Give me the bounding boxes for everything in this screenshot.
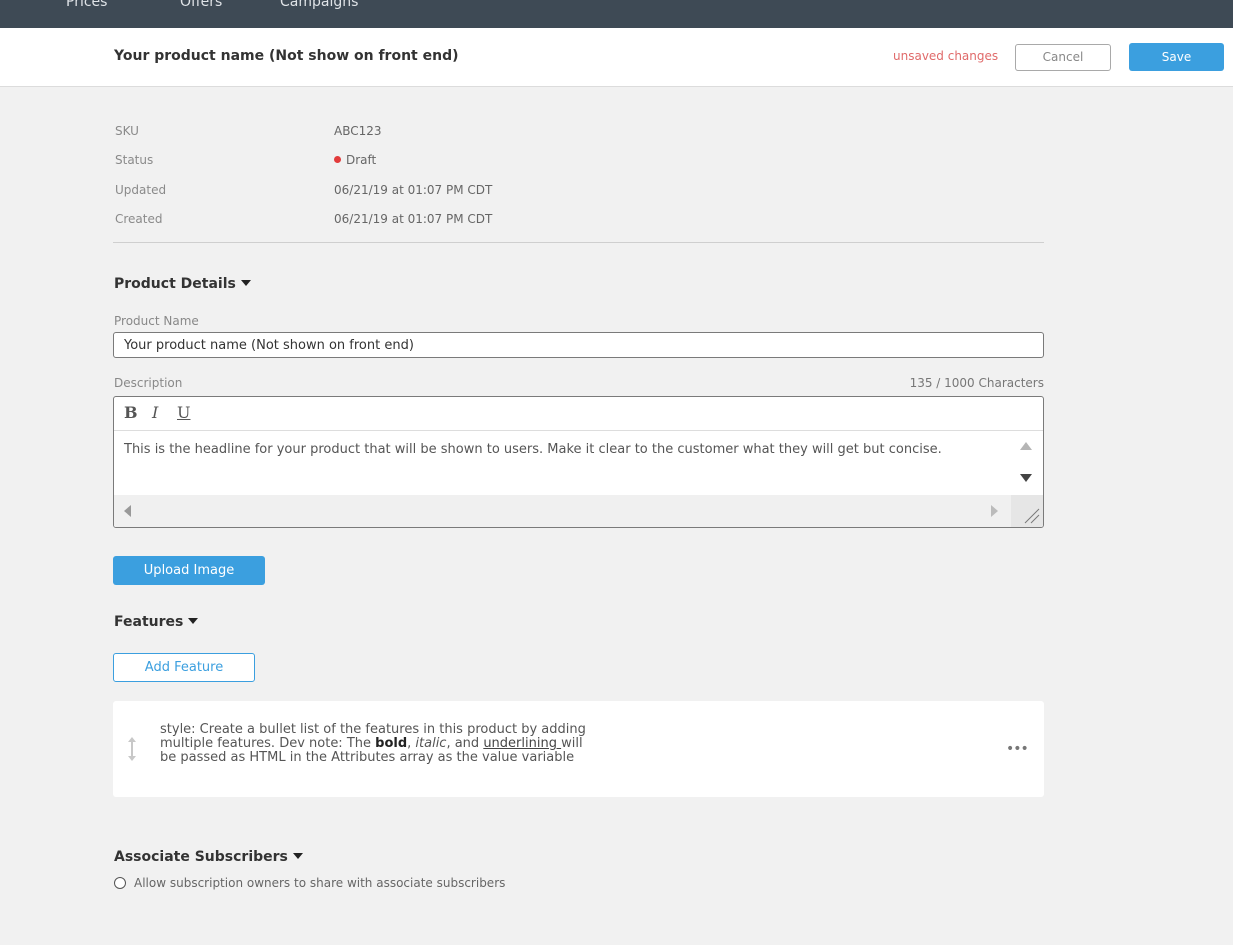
add-feature-button[interactable]: Add Feature [113,653,255,682]
status-dot-icon [334,156,341,163]
nav-item-campaigns[interactable]: Campaigns [280,0,358,10]
created-label: Created [115,212,163,226]
product-details-title: Product Details [114,276,236,292]
feature-text-part: , and [446,736,484,751]
cancel-button[interactable]: Cancel [1015,44,1111,71]
feature-text-part: will [561,736,583,751]
resize-handle[interactable] [1011,495,1043,527]
more-options-icon[interactable]: ••• [1006,741,1029,757]
feature-underline-text: underlining [483,736,562,751]
nav-item-prices[interactable]: Prices [66,0,107,10]
page-header: Your product name (Not show on front end… [0,28,1233,87]
italic-button[interactable]: I [152,403,158,422]
bold-button[interactable]: B [124,403,138,422]
feature-line-2: multiple features. Dev note: The bold, i… [160,737,630,751]
drag-handle-icon[interactable] [128,737,136,761]
updated-label: Updated [115,183,167,197]
features-toggle[interactable]: Features [114,614,199,630]
feature-italic-text: italic [415,736,447,751]
feature-line-3: be passed as HTML in the Attributes arra… [160,750,575,765]
product-details-toggle[interactable]: Product Details [114,276,251,292]
scroll-left-icon[interactable] [124,505,131,517]
updated-value: 06/21/19 at 01:07 PM CDT [334,183,493,197]
nav-item-offers[interactable]: Offers [180,0,222,10]
product-name-label: Product Name [114,314,199,328]
scroll-down-icon[interactable] [1020,474,1032,482]
status-badge: Draft [334,153,376,167]
caret-down-icon [240,280,251,286]
upload-image-button[interactable]: Upload Image [113,556,265,585]
underline-button[interactable]: U [177,403,190,422]
description-editor[interactable]: B I U This is the headline for your prod… [113,396,1044,528]
associate-subscribers-toggle[interactable]: Associate Subscribers [114,849,303,865]
associate-subscribers-title: Associate Subscribers [114,849,288,865]
allow-sharing-checkbox[interactable] [114,877,126,889]
features-title: Features [114,614,184,630]
resize-grip-icon [1024,508,1040,524]
scroll-right-icon[interactable] [991,505,998,517]
feature-item[interactable]: style: Create a bullet list of the featu… [113,701,1044,797]
caret-down-icon [188,618,199,624]
meta-divider [113,242,1044,243]
sku-label: SKU [115,124,139,138]
scroll-up-icon[interactable] [1020,442,1032,450]
created-value: 06/21/19 at 01:07 PM CDT [334,212,493,226]
allow-sharing-label[interactable]: Allow subscription owners to share with … [134,876,505,890]
feature-line-1: style: Create a bullet list of the featu… [160,722,586,737]
status-label: Status [115,153,154,167]
vertical-scrollbar[interactable] [1011,431,1043,495]
save-button[interactable]: Save [1129,43,1224,71]
product-name-input[interactable] [113,332,1044,358]
top-navigation: Prices Offers Campaigns [0,0,1233,28]
character-count: 135 / 1000 Characters [909,376,1044,390]
sku-value: ABC123 [334,124,382,138]
status-value: Draft [346,153,377,167]
horizontal-scrollbar[interactable] [114,495,1012,527]
description-label: Description [114,376,183,390]
editor-toolbar: B I U [114,397,1043,431]
feature-text-part: multiple features. Dev note: The [160,736,376,751]
feature-bold-text: bold [375,736,408,751]
page-title: Your product name (Not show on front end… [114,48,459,64]
unsaved-changes-indicator: unsaved changes [893,49,999,63]
description-textarea[interactable]: This is the headline for your product th… [124,441,1004,459]
caret-down-icon [292,853,303,859]
feature-description: style: Create a bullet list of the featu… [160,723,630,765]
